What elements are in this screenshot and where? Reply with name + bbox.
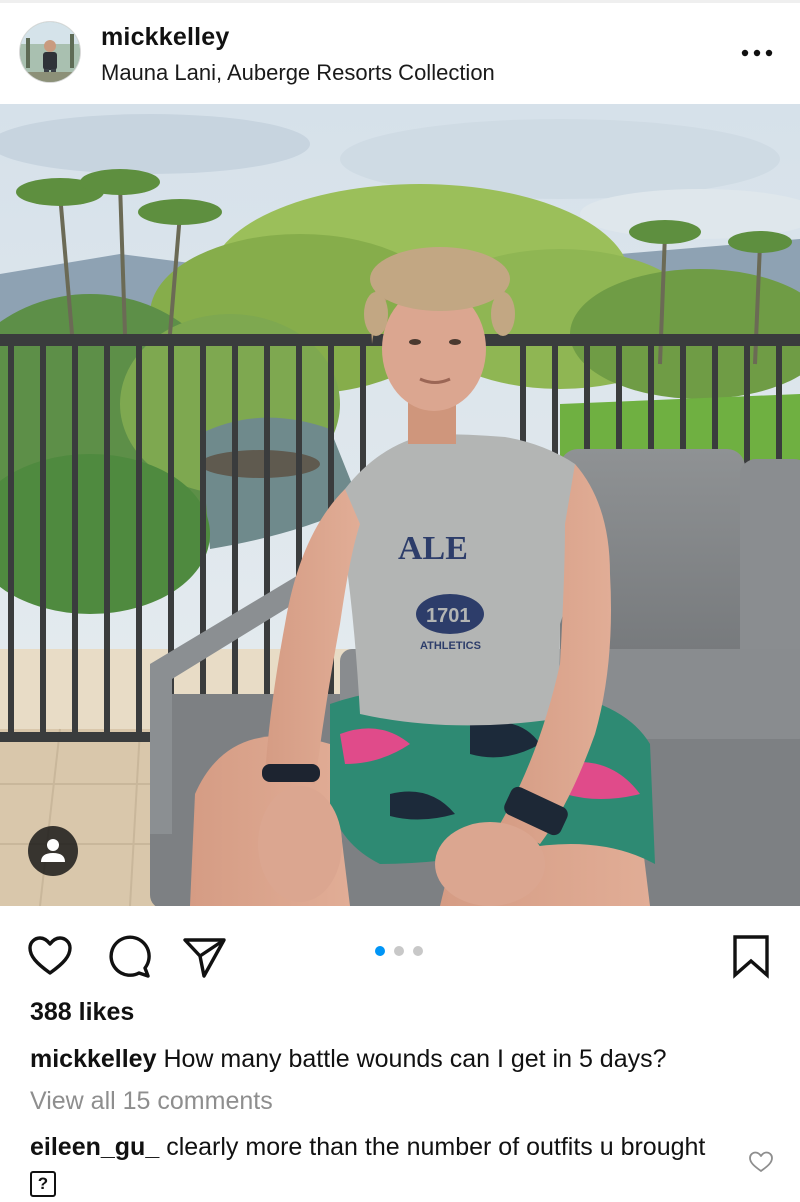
carousel-dot-active [375,946,385,956]
comment-text: clearly more than the number of outfits … [166,1133,706,1161]
heart-icon[interactable] [26,932,74,980]
avatar-image [20,22,80,82]
avatar[interactable] [20,22,80,82]
post-location[interactable]: Mauna Lani, Auberge Resorts Collection [101,60,495,86]
share-icon[interactable] [180,932,228,980]
comment-username[interactable]: eileen_gu_ [30,1133,159,1161]
post-username[interactable]: mickkelley [101,23,230,52]
comment-like-heart-icon[interactable] [748,1150,774,1174]
caption-username[interactable]: mickkelley [30,1045,157,1073]
comment-item: eileen_gu_ clearly more than the number … [30,1131,720,1197]
post-caption: mickkelley How many battle wounds can I … [30,1043,775,1075]
view-all-comments-link[interactable]: View all 15 comments [30,1087,273,1116]
carousel-dot [413,946,423,956]
carousel-dot [394,946,404,956]
post-header: mickkelley Mauna Lani, Auberge Resorts C… [0,3,800,104]
comment-icon[interactable] [104,932,152,980]
user-tag-icon[interactable] [28,826,78,876]
bookmark-icon[interactable] [727,932,775,980]
unknown-emoji-glyph: ? [30,1171,56,1197]
likes-count[interactable]: 388 likes [30,998,134,1027]
shirt-text: ALE [398,530,468,567]
carousel-indicator [375,946,435,956]
photo-scene: ALE 1701 ATHLETICS [0,104,800,906]
more-options-icon[interactable] [735,39,779,67]
shirt-subtext: ATHLETICS [420,640,481,652]
post-photo[interactable]: ALE 1701 ATHLETICS [0,104,800,906]
shirt-number: 1701 [426,605,471,627]
action-bar [0,906,800,996]
caption-text: How many battle wounds can I get in 5 da… [163,1045,667,1073]
